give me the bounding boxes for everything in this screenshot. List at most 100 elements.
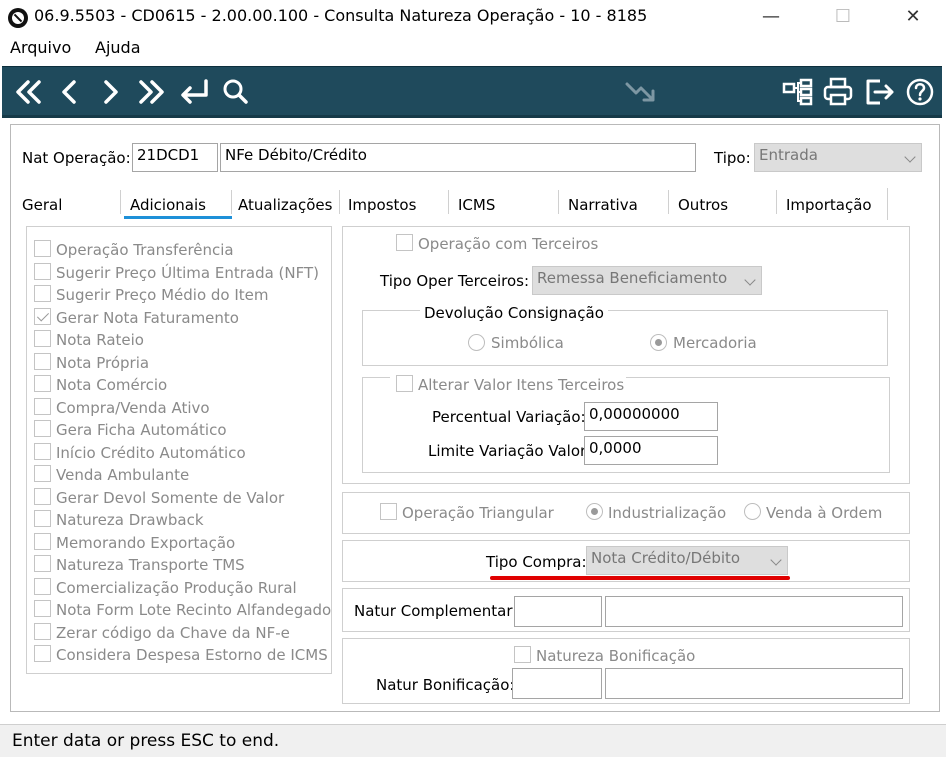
option-checkbox[interactable] (34, 533, 51, 550)
tree-icon[interactable] (780, 75, 816, 109)
tipo-oper-terceiros-label: Tipo Oper Terceiros: (380, 272, 530, 290)
tipo-oper-terceiros-select[interactable]: Remessa Beneficiamento (532, 266, 762, 295)
simbolica-radio[interactable] (468, 334, 485, 351)
option-checkbox[interactable] (34, 488, 51, 505)
natureza-bonificacao-checkbox[interactable] (514, 646, 531, 663)
option-checkbox[interactable] (34, 375, 51, 392)
tab-importacao[interactable]: Importação (786, 196, 872, 214)
option-label: Natureza Drawback (56, 511, 204, 529)
alterar-valor-checkbox[interactable] (396, 375, 413, 392)
industrializacao-radio[interactable] (586, 503, 603, 520)
option-checkbox[interactable] (34, 600, 51, 617)
tipo-compra-highlight-underline (490, 576, 790, 580)
first-record-icon[interactable] (10, 75, 46, 109)
toolbar (2, 66, 942, 118)
option-checkbox[interactable] (34, 555, 51, 572)
tab-narrativa[interactable]: Narrativa (568, 196, 638, 214)
operacao-terceiros-label: Operação com Terceiros (418, 235, 599, 253)
menu-arquivo[interactable]: Arquivo (10, 38, 71, 57)
tab-geral[interactable]: Geral (22, 196, 62, 214)
option-label: Sugerir Preço Médio do Item (56, 286, 269, 304)
nat-operacao-label: Nat Operação: (22, 149, 131, 167)
natur-bonificacao-desc-field[interactable] (605, 668, 903, 699)
limite-variacao-field[interactable]: 0,0000 (584, 436, 718, 465)
search-icon[interactable] (218, 75, 254, 109)
tab-separator (558, 190, 559, 214)
operacao-triangular-checkbox[interactable] (380, 503, 397, 520)
natur-complementar-label: Natur Complementar: (354, 602, 518, 620)
menu-ajuda[interactable]: Ajuda (95, 38, 141, 57)
option-checkbox[interactable] (34, 420, 51, 437)
percentual-variacao-label: Percentual Variação: (432, 408, 586, 426)
tipo-compra-value: Nota Crédito/Débito (591, 549, 741, 567)
option-label: Venda Ambulante (56, 466, 190, 484)
devolucao-consignacao-legend: Devolução Consignação (420, 304, 608, 322)
option-checkbox[interactable] (34, 263, 51, 280)
option-label: Nota Comércio (56, 376, 168, 394)
limite-variacao-label: Limite Variação Valor: (428, 442, 591, 460)
option-checkbox[interactable] (34, 330, 51, 347)
option-label: Nota Form Lote Recinto Alfandegado (56, 601, 332, 619)
option-checkbox[interactable] (34, 308, 51, 325)
tipo-oper-terceiros-value: Remessa Beneficiamento (537, 269, 728, 287)
option-label: Operação Transferência (56, 241, 234, 259)
previous-record-icon[interactable] (52, 75, 88, 109)
option-label: Gerar Nota Faturamento (56, 309, 239, 327)
enter-icon[interactable] (176, 75, 212, 109)
tipo-compra-label: Tipo Compra: (486, 553, 587, 571)
tab-separator (231, 190, 232, 214)
maximize-button[interactable]: ☐ (820, 4, 866, 30)
tab-icms[interactable]: ICMS (458, 196, 495, 214)
tab-impostos[interactable]: Impostos (348, 196, 416, 214)
option-checkbox[interactable] (34, 465, 51, 482)
operacao-triangular-label: Operação Triangular (402, 504, 554, 522)
close-button[interactable]: ✕ (890, 4, 936, 30)
tab-outros[interactable]: Outros (678, 196, 728, 214)
print-icon[interactable] (820, 75, 856, 109)
last-record-icon[interactable] (134, 75, 170, 109)
option-checkbox[interactable] (34, 645, 51, 662)
chevron-down-icon (770, 554, 782, 566)
help-icon[interactable] (902, 75, 938, 109)
option-checkbox[interactable] (34, 240, 51, 257)
option-label: Compra/Venda Ativo (56, 399, 210, 417)
option-checkbox[interactable] (34, 353, 51, 370)
app-logo-icon (8, 8, 28, 28)
tipo-compra-select[interactable]: Nota Crédito/Débito (586, 546, 788, 575)
percentual-variacao-field[interactable]: 0,00000000 (584, 402, 718, 431)
natur-bonificacao-code-field[interactable] (512, 668, 602, 699)
option-checkbox[interactable] (34, 443, 51, 460)
option-checkbox[interactable] (34, 623, 51, 640)
tipo-value: Entrada (759, 146, 818, 164)
option-checkbox[interactable] (34, 285, 51, 302)
option-label: Nota Própria (56, 354, 150, 372)
nat-code-field[interactable]: 21DCD1 (132, 143, 218, 172)
natur-complementar-code-field[interactable] (514, 596, 602, 627)
tipo-select[interactable]: Entrada (754, 143, 922, 172)
option-checkbox[interactable] (34, 398, 51, 415)
option-checkbox[interactable] (34, 510, 51, 527)
option-label: Gerar Devol Somente de Valor (56, 489, 285, 507)
minimize-button[interactable]: — (748, 4, 794, 30)
option-label: Natureza Transporte TMS (56, 556, 245, 574)
mercadoria-label: Mercadoria (673, 334, 757, 352)
option-checkbox[interactable] (34, 578, 51, 595)
mercadoria-radio[interactable] (650, 334, 667, 351)
option-label: Memorando Exportação (56, 534, 236, 552)
tab-adicionais[interactable]: Adicionais (130, 196, 206, 214)
trend-icon[interactable] (622, 75, 658, 109)
chevron-down-icon (744, 274, 756, 286)
operacao-terceiros-checkbox[interactable] (396, 234, 413, 251)
tipo-label: Tipo: (714, 149, 751, 167)
chevron-down-icon (904, 151, 916, 163)
active-tab-underline (124, 216, 232, 219)
nat-desc-field[interactable]: NFe Débito/Crédito (220, 143, 696, 172)
option-label: Sugerir Preço Última Entrada (NFT) (56, 264, 320, 282)
tab-atualizacoes[interactable]: Atualizações (238, 196, 332, 214)
option-label: Zerar código da Chave da NF-e (56, 624, 290, 642)
next-record-icon[interactable] (92, 75, 128, 109)
simbolica-label: Simbólica (491, 334, 564, 352)
exit-icon[interactable] (862, 75, 898, 109)
venda-ordem-radio[interactable] (744, 503, 761, 520)
natur-complementar-desc-field[interactable] (605, 596, 903, 627)
